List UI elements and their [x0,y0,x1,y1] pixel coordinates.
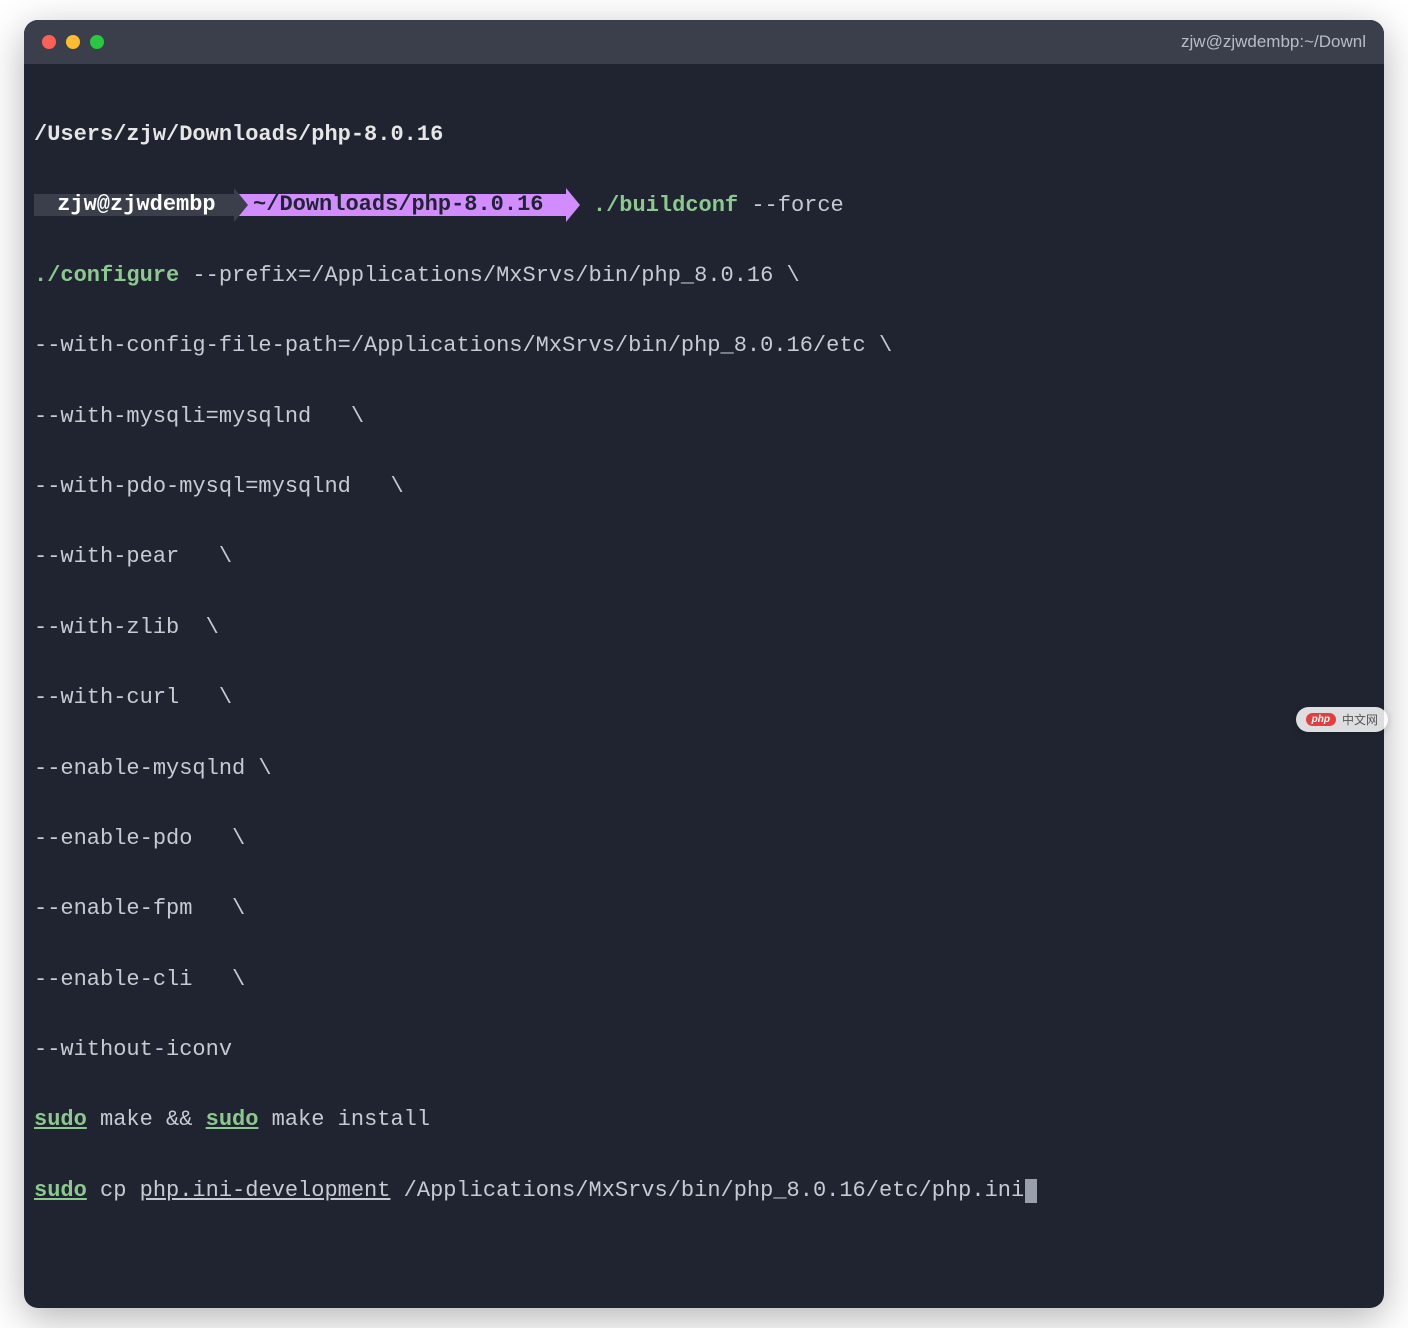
cp-source-file: php.ini-development [140,1178,391,1203]
prompt-user: zjw@zjwdembp [34,194,235,216]
configure-line-5: --with-pear \ [34,539,1374,574]
prompt-line-1: zjw@zjwdembp ~/Downloads/php-8.0.16 ./bu… [34,188,1374,223]
watermark-text: 中文网 [1342,711,1378,728]
configure-line-1: ./configure --prefix=/Applications/MxSrv… [34,258,1374,293]
command-configure: ./configure [34,263,179,288]
chevron-right-icon [234,188,248,222]
close-icon[interactable] [42,35,56,49]
configure-line-2: --with-config-file-path=/Applications/Mx… [34,328,1374,363]
cp-line: sudo cp php.ini-development /Application… [34,1173,1374,1208]
configure-line-7: --with-curl \ [34,680,1374,715]
configure-line-3: --with-mysqli=mysqlnd \ [34,399,1374,434]
configure-line-4: --with-pdo-mysql=mysqlnd \ [34,469,1374,504]
output-pwd: /Users/zjw/Downloads/php-8.0.16 [34,117,1374,152]
maximize-icon[interactable] [90,35,104,49]
window-title: zjw@zjwdembp:~/Downl [1181,32,1366,52]
configure-line-6: --with-zlib \ [34,610,1374,645]
minimize-icon[interactable] [66,35,80,49]
titlebar[interactable]: zjw@zjwdembp:~/Downl [24,20,1384,64]
prompt: zjw@zjwdembp ~/Downloads/php-8.0.16 [34,188,580,222]
command-sudo-3: sudo [34,1178,87,1203]
watermark-logo: php [1306,713,1336,726]
configure-line-12: --without-iconv [34,1032,1374,1067]
watermark: php 中文网 [1296,707,1388,732]
make-line: sudo make && sudo make install [34,1102,1374,1137]
prompt-path: ~/Downloads/php-8.0.16 [234,194,567,216]
command-sudo-2: sudo [206,1107,259,1132]
configure-line-8: --enable-mysqlnd \ [34,751,1374,786]
terminal-window: zjw@zjwdembp:~/Downl /Users/zjw/Download… [24,20,1384,1308]
configure-line-11: --enable-cli \ [34,962,1374,997]
cursor [1025,1179,1037,1203]
configure-line-9: --enable-pdo \ [34,821,1374,856]
configure-line-10: --enable-fpm \ [34,891,1374,926]
traffic-lights [42,35,104,49]
arg-force: --force [751,193,843,218]
terminal-body[interactable]: /Users/zjw/Downloads/php-8.0.16 zjw@zjwd… [24,64,1384,1308]
chevron-right-icon [566,188,580,222]
command-buildconf: ./buildconf [593,193,738,218]
command-sudo-1: sudo [34,1107,87,1132]
